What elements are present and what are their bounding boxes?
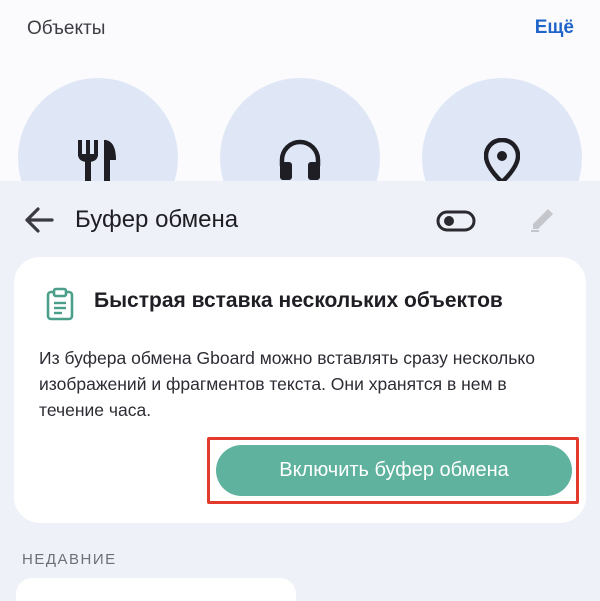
objects-title: Объекты bbox=[27, 18, 106, 39]
card-description: Из буфера обмена Gboard можно вставлять … bbox=[39, 348, 535, 420]
restaurant-icon bbox=[78, 140, 116, 182]
back-arrow-icon[interactable] bbox=[22, 203, 56, 237]
clipboard-panel: Буфер обмена Быстрая вставка нескольких … bbox=[0, 181, 600, 601]
pencil-icon[interactable] bbox=[527, 203, 559, 235]
clipboard-title: Буфер обмена bbox=[75, 206, 239, 233]
screen: Объекты Ещё Буфер обмена Быстрая вставка… bbox=[0, 0, 600, 601]
headphones-icon bbox=[279, 139, 321, 180]
recent-clip-item[interactable] bbox=[16, 578, 296, 601]
card-title: Быстрая вставка нескольких объектов bbox=[94, 289, 503, 312]
location-pin-icon bbox=[484, 138, 520, 184]
toggle-icon[interactable] bbox=[436, 210, 476, 232]
recent-section-label: НЕДАВНИЕ bbox=[22, 551, 117, 568]
clipboard-promo-card: Быстрая вставка нескольких объектов Из б… bbox=[14, 257, 586, 523]
more-link[interactable]: Ещё bbox=[535, 17, 574, 39]
enable-clipboard-button[interactable]: Включить буфер обмена bbox=[216, 445, 572, 496]
clipboard-header: Буфер обмена bbox=[0, 181, 600, 259]
clipboard-icon bbox=[46, 287, 74, 321]
